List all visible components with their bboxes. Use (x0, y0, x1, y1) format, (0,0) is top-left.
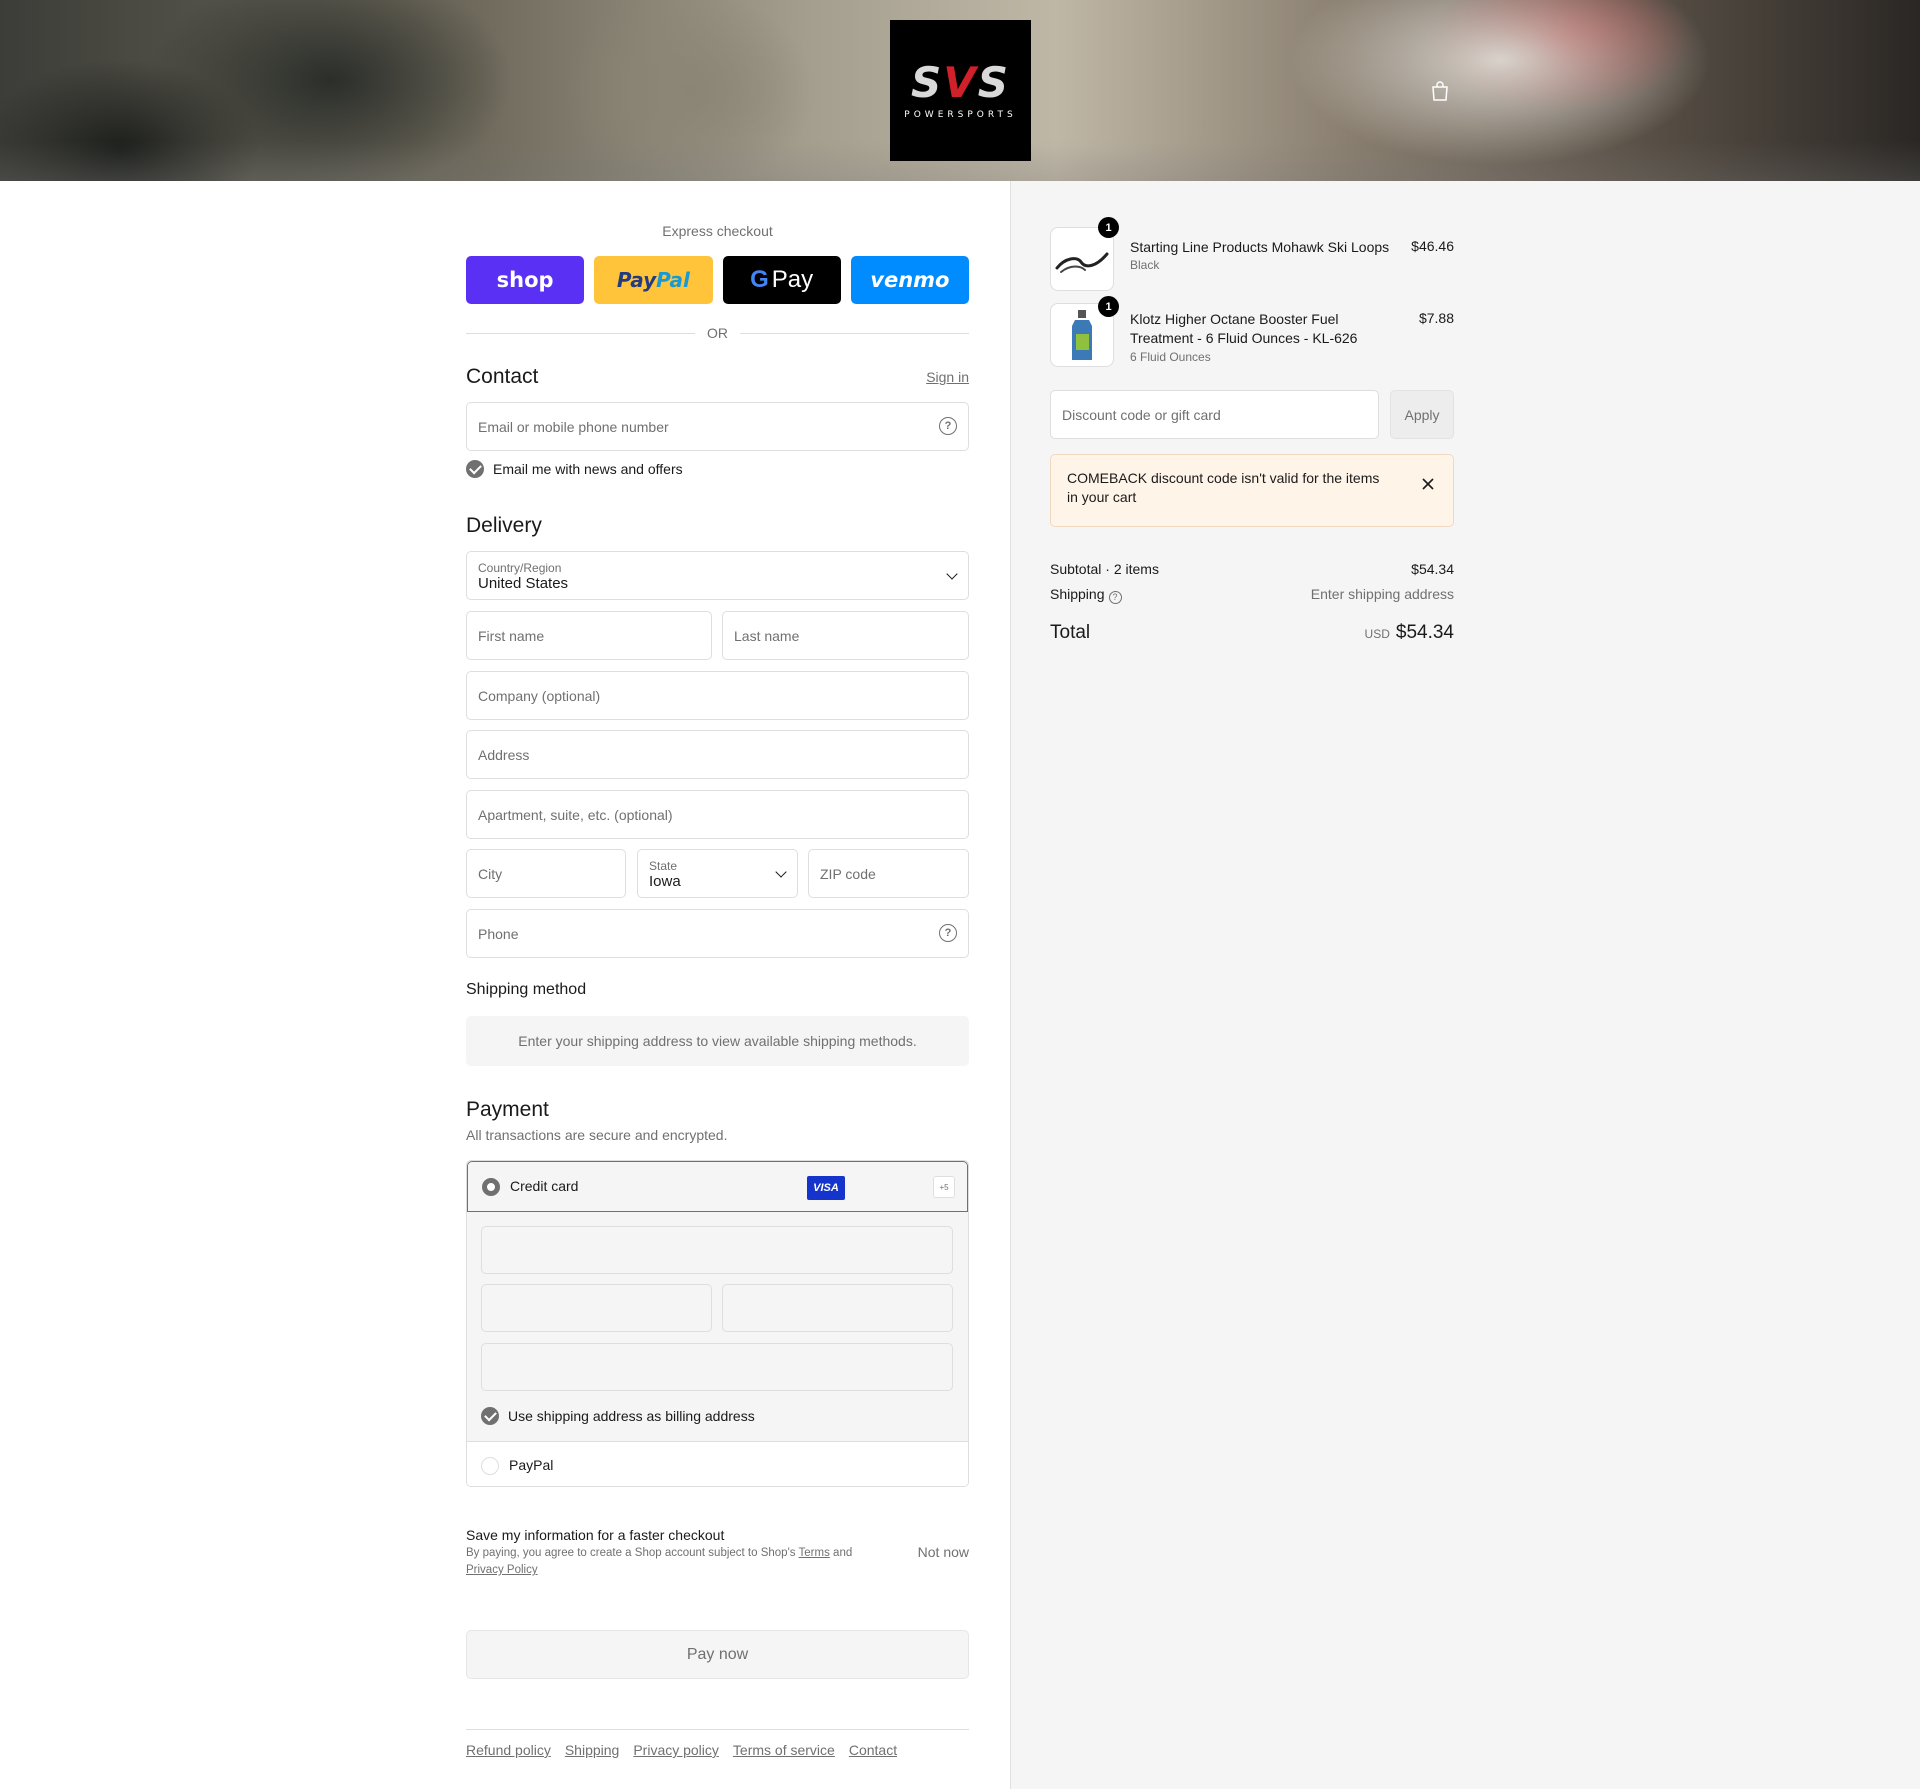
credit-card-option[interactable]: Credit card VISA +5 (467, 1161, 968, 1212)
item-price: $7.88 (1418, 310, 1454, 326)
save-info-text: By paying, you agree to create a Shop ac… (466, 1547, 853, 1576)
email-field[interactable]: Email or mobile phone number ? (466, 402, 969, 451)
item-variant: Black (1130, 258, 1160, 272)
discount-code-input[interactable]: Discount code or gift card (1050, 390, 1379, 439)
express-checkout-buttons: shop Pay Pal G Pay venmo (466, 256, 969, 304)
google-pay-button[interactable]: G Pay (722, 256, 841, 304)
store-logo[interactable]: SVS POWERSPORTS (890, 20, 1031, 161)
phone-field[interactable]: Phone ? (466, 909, 969, 958)
logo-subtitle: POWERSPORTS (904, 109, 1017, 120)
express-checkout-title: Express checkout (662, 223, 773, 239)
terms-link[interactable]: Terms (799, 1547, 830, 1559)
payment-title: Payment (466, 1098, 549, 1121)
discount-error-alert: COMEBACK discount code isn't valid for t… (1050, 454, 1454, 527)
item-price: $46.46 (1411, 238, 1454, 254)
help-icon[interactable]: ? (1108, 591, 1122, 604)
checkbox-checked-icon (466, 460, 484, 478)
terms-of-service-link[interactable]: Terms of service (733, 1742, 835, 1758)
quantity-badge: 1 (1098, 296, 1119, 317)
country-select[interactable]: Country/Region United States (466, 551, 969, 600)
refund-policy-link[interactable]: Refund policy (466, 1742, 551, 1758)
visa-icon: VISA (807, 1176, 845, 1200)
apply-discount-button[interactable]: Apply (1390, 390, 1454, 439)
company-field[interactable]: Company (optional) (466, 671, 969, 720)
payment-subtitle: All transactions are secure and encrypte… (466, 1127, 728, 1143)
chevron-down-icon (946, 568, 958, 580)
card-number-field[interactable] (481, 1226, 953, 1274)
google-g-icon: G (750, 266, 769, 293)
shipping-method-title: Shipping method (466, 981, 587, 998)
zip-field[interactable]: ZIP code (808, 849, 969, 898)
paypal-option[interactable]: PayPal (467, 1441, 968, 1486)
venmo-button[interactable]: venmo (850, 256, 969, 304)
item-name: Starting Line Products Mohawk Ski Loops (1130, 239, 1390, 255)
chevron-down-icon (775, 866, 787, 878)
contact-title: Contact (466, 365, 539, 388)
contact-link[interactable]: Contact (849, 1742, 897, 1758)
shipping-method-notice: Enter your shipping address to view avai… (466, 1016, 969, 1066)
item-variant: 6 Fluid Ounces (1130, 350, 1211, 364)
state-select[interactable]: State Iowa (637, 849, 798, 898)
pay-now-button[interactable]: Pay now (466, 1630, 969, 1679)
privacy-policy-link[interactable]: Privacy Policy (466, 1564, 538, 1576)
not-now-button[interactable]: Not now (918, 1544, 969, 1560)
footer-divider (466, 1729, 969, 1730)
shopping-bag-icon[interactable] (1430, 80, 1450, 102)
last-name-field[interactable]: Last name (722, 611, 969, 660)
cart-item: 1 Klotz Higher Octane Booster Fuel Treat… (1050, 296, 1454, 383)
logo-mark: SVS (910, 57, 1010, 107)
first-name-field[interactable]: First name (466, 611, 712, 660)
save-info-title: Save my information for a faster checkou… (466, 1527, 725, 1543)
address-field[interactable]: Address (466, 730, 969, 779)
billing-same-checkbox[interactable]: Use shipping address as billing address (481, 1407, 755, 1425)
delivery-title: Delivery (466, 514, 542, 537)
help-icon[interactable]: ? (939, 924, 957, 942)
subtotal-row: Subtotal · 2 items $54.34 (1050, 561, 1454, 577)
shop-pay-button[interactable]: shop (466, 256, 585, 304)
shipping-row: Shipping? Enter shipping address (1050, 586, 1454, 604)
help-icon[interactable]: ? (939, 417, 957, 435)
card-cvv-field[interactable] (722, 1284, 953, 1332)
card-expiry-field[interactable] (481, 1284, 712, 1332)
radio-unselected-icon (481, 1457, 499, 1475)
item-name: Klotz Higher Octane Booster Fuel Treatme… (1130, 311, 1358, 346)
checkbox-checked-icon (481, 1407, 499, 1425)
payment-methods: Credit card VISA +5 Use shipping address… (466, 1160, 969, 1487)
more-cards-badge: +5 (933, 1176, 955, 1198)
shipping-policy-link[interactable]: Shipping (565, 1742, 620, 1758)
privacy-policy-footer-link[interactable]: Privacy policy (633, 1742, 719, 1758)
apartment-field[interactable]: Apartment, suite, etc. (optional) (466, 790, 969, 839)
total-row: Total USD $54.34 (1050, 622, 1454, 643)
sign-in-link[interactable]: Sign in (926, 369, 969, 385)
close-icon[interactable] (1421, 477, 1435, 491)
city-field[interactable]: City (466, 849, 626, 898)
radio-selected-icon (482, 1178, 500, 1196)
credit-card-form: Use shipping address as billing address (467, 1212, 968, 1441)
card-name-field[interactable] (481, 1343, 953, 1391)
cart-item: 1 Starting Line Products Mohawk Ski Loop… (1050, 217, 1454, 294)
header-banner: SVS POWERSPORTS (0, 0, 1920, 181)
paypal-button[interactable]: Pay Pal (594, 256, 713, 304)
footer-links: Refund policy Shipping Privacy policy Te… (466, 1742, 897, 1758)
quantity-badge: 1 (1098, 217, 1119, 238)
newsletter-checkbox[interactable]: Email me with news and offers (466, 460, 683, 478)
or-divider: OR (466, 325, 969, 341)
